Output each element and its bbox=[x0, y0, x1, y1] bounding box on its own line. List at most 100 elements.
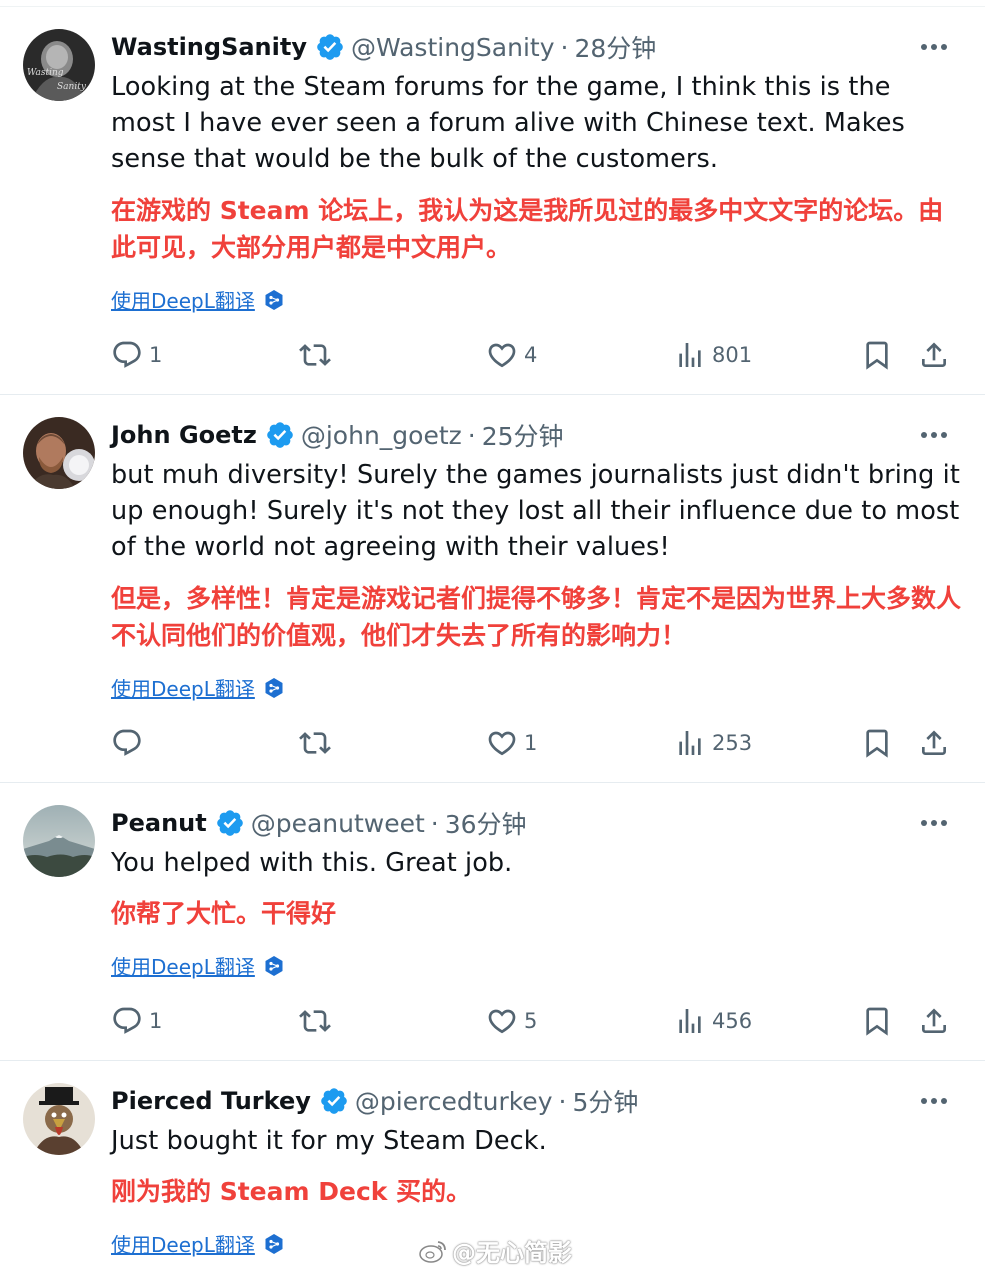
bookmark-icon bbox=[866, 1007, 888, 1036]
more-icon[interactable] bbox=[919, 420, 949, 450]
handle[interactable]: @john_goetz bbox=[301, 421, 462, 450]
weibo-icon bbox=[418, 1238, 448, 1264]
more-icon[interactable] bbox=[919, 32, 949, 62]
bookmark-button[interactable] bbox=[861, 725, 893, 761]
action-bar: 1 5 456 bbox=[111, 1003, 951, 1039]
translated-text: 但是，多样性！肯定是游戏记者们提得不够多！肯定不是因为世界上大多数人不认同他们的… bbox=[111, 584, 962, 650]
views-button[interactable]: 801 bbox=[674, 337, 752, 373]
timestamp[interactable]: 28分钟 bbox=[574, 29, 656, 65]
bookmark-icon bbox=[866, 341, 888, 370]
reply-icon bbox=[113, 1007, 141, 1034]
deepl-icon bbox=[263, 289, 285, 311]
display-name[interactable]: WastingSanity bbox=[111, 33, 307, 61]
reply-icon bbox=[113, 341, 141, 368]
separator-dot: · bbox=[560, 32, 569, 62]
views-button[interactable]: 456 bbox=[674, 1003, 752, 1039]
like-icon bbox=[488, 343, 516, 368]
translate-label: 使用DeepL翻译 bbox=[111, 677, 255, 701]
views-icon bbox=[679, 343, 701, 367]
separator-dot: · bbox=[558, 1086, 567, 1116]
handle[interactable]: @peanutweet bbox=[251, 809, 425, 838]
separator-dot: · bbox=[430, 808, 439, 838]
watermark: @无心简影 bbox=[418, 1233, 572, 1268]
repost-icon bbox=[299, 344, 331, 366]
translated-text: 在游戏的 Steam 论坛上，我认为这是我所见过的最多中文文字的论坛。由此可见，… bbox=[111, 196, 944, 262]
like-icon bbox=[488, 731, 516, 756]
reply-icon bbox=[113, 729, 141, 756]
repost-button[interactable] bbox=[299, 725, 337, 761]
deepl-translate-link[interactable]: 使用DeepL翻译 bbox=[111, 951, 285, 980]
tweet-3[interactable]: Peanut @peanutweet · 36分钟 You helped wit… bbox=[0, 783, 985, 1060]
share-button[interactable] bbox=[918, 1003, 950, 1039]
watermark-text: @无心简影 bbox=[452, 1239, 572, 1267]
like-button[interactable]: 4 bbox=[486, 337, 537, 373]
deepl-translate-link[interactable]: 使用DeepL翻译 bbox=[111, 285, 285, 314]
display-name[interactable]: Peanut bbox=[111, 809, 207, 837]
share-button[interactable] bbox=[918, 337, 950, 373]
tweet-text: Just bought it for my Steam Deck. bbox=[111, 1126, 547, 1156]
handle[interactable]: @WastingSanity bbox=[351, 33, 555, 62]
repost-icon bbox=[299, 732, 331, 754]
bookmark-button[interactable] bbox=[861, 1003, 893, 1039]
verified-badge-icon bbox=[315, 32, 345, 62]
tweet-header: Peanut @peanutweet · 36分钟 bbox=[111, 806, 527, 840]
translate-label: 使用DeepL翻译 bbox=[111, 289, 255, 313]
reply-button[interactable]: 1 bbox=[111, 337, 162, 373]
handle[interactable]: @piercedturkey bbox=[355, 1087, 553, 1116]
svg-text:Sanity: Sanity bbox=[57, 82, 87, 92]
tweet-header: WastingSanity @WastingSanity · 28分钟 bbox=[111, 30, 656, 64]
reply-button[interactable]: 1 bbox=[111, 1003, 162, 1039]
views-count: 456 bbox=[712, 1009, 753, 1033]
tweet-text: Looking at the Steam forums for the game… bbox=[111, 72, 905, 174]
reply-count: 1 bbox=[149, 343, 163, 367]
translate-label: 使用DeepL翻译 bbox=[111, 1233, 255, 1257]
svg-text:Wasting: Wasting bbox=[27, 68, 64, 78]
deepl-icon bbox=[263, 955, 285, 977]
views-count: 801 bbox=[712, 343, 753, 367]
tweet-text: You helped with this. Great job. bbox=[111, 848, 513, 878]
avatar[interactable] bbox=[23, 1083, 95, 1155]
deepl-icon bbox=[263, 1233, 285, 1255]
repost-button[interactable] bbox=[299, 1003, 337, 1039]
share-icon bbox=[922, 730, 946, 755]
avatar[interactable]: Wasting Sanity bbox=[23, 29, 95, 101]
repost-button[interactable] bbox=[299, 337, 337, 373]
avatar[interactable] bbox=[23, 417, 95, 489]
display-name[interactable]: Pierced Turkey bbox=[111, 1087, 311, 1115]
deepl-translate-link[interactable]: 使用DeepL翻译 bbox=[111, 1229, 285, 1258]
views-icon bbox=[679, 1009, 701, 1033]
views-button[interactable]: 253 bbox=[674, 725, 752, 761]
display-name[interactable]: John Goetz bbox=[111, 421, 257, 449]
tweet-1[interactable]: Wasting Sanity WastingSanity @WastingSan… bbox=[0, 0, 985, 394]
like-count: 4 bbox=[524, 343, 538, 367]
bookmark-button[interactable] bbox=[861, 337, 893, 373]
verified-badge-icon bbox=[265, 420, 295, 450]
action-bar: 1 4 801 bbox=[111, 337, 951, 373]
tweet-text: but muh diversity! Surely the games jour… bbox=[111, 460, 960, 562]
like-count: 5 bbox=[524, 1009, 538, 1033]
timestamp[interactable]: 5分钟 bbox=[572, 1083, 638, 1119]
bookmark-icon bbox=[866, 729, 888, 758]
like-button[interactable]: 1 bbox=[486, 725, 537, 761]
reply-count: 1 bbox=[149, 1009, 163, 1033]
verified-badge-icon bbox=[215, 808, 245, 838]
avatar[interactable] bbox=[23, 805, 95, 877]
timestamp[interactable]: 36分钟 bbox=[445, 805, 527, 841]
more-icon[interactable] bbox=[919, 808, 949, 838]
translate-label: 使用DeepL翻译 bbox=[111, 955, 255, 979]
like-button[interactable]: 5 bbox=[486, 1003, 537, 1039]
more-icon[interactable] bbox=[919, 1086, 949, 1116]
like-icon bbox=[488, 1009, 516, 1034]
share-icon bbox=[922, 342, 946, 367]
action-bar: 1 253 bbox=[111, 725, 951, 761]
reply-button[interactable] bbox=[111, 725, 149, 761]
timestamp[interactable]: 25分钟 bbox=[482, 417, 564, 453]
translated-text: 刚为我的 Steam Deck 买的。 bbox=[111, 1177, 472, 1206]
share-icon bbox=[922, 1008, 946, 1033]
deepl-translate-link[interactable]: 使用DeepL翻译 bbox=[111, 673, 285, 702]
repost-icon bbox=[299, 1010, 331, 1032]
share-button[interactable] bbox=[918, 725, 950, 761]
tweet-2[interactable]: John Goetz @john_goetz · 25分钟 but muh di… bbox=[0, 395, 985, 782]
separator-dot: · bbox=[467, 420, 476, 450]
tweet-header: Pierced Turkey @piercedturkey · 5分钟 bbox=[111, 1084, 638, 1118]
